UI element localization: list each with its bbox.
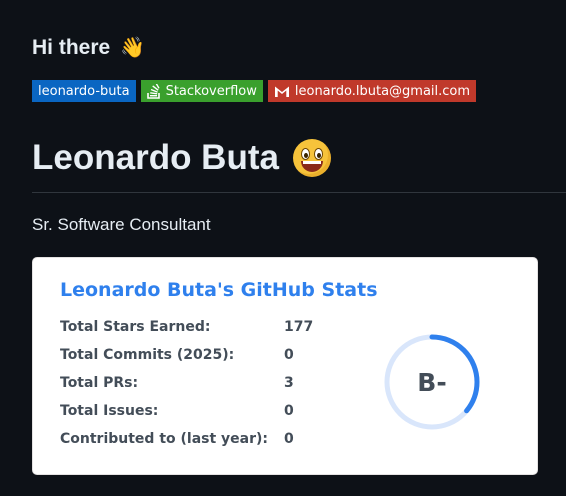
linkedin-badge-label: leonardo-buta bbox=[38, 83, 130, 99]
stat-row-stars: Total Stars Earned: 177 bbox=[60, 319, 313, 335]
stat-value: 0 bbox=[284, 403, 294, 419]
profile-name-heading: Leonardo Buta bbox=[32, 138, 331, 178]
stat-row-prs: Total PRs: 3 bbox=[60, 375, 294, 391]
profile-name: Leonardo Buta bbox=[32, 138, 279, 177]
stat-value: 177 bbox=[284, 319, 314, 335]
email-badge[interactable]: leonardo.lbuta@gmail.com bbox=[267, 80, 477, 102]
stackoverflow-icon bbox=[146, 83, 160, 99]
stat-value: 0 bbox=[284, 431, 294, 447]
profile-subtitle: Sr. Software Consultant bbox=[32, 215, 211, 234]
stat-value: 0 bbox=[284, 347, 294, 363]
badge-row: leonardo-buta Stackoverflow leonardo.lbu… bbox=[32, 80, 477, 102]
heading-divider bbox=[32, 192, 566, 193]
grinning-face-icon bbox=[292, 139, 331, 177]
stat-label: Total Issues: bbox=[60, 403, 159, 419]
stat-label: Total Stars Earned: bbox=[60, 319, 211, 335]
stat-value: 3 bbox=[284, 375, 294, 391]
stat-label: Total Commits (2025): bbox=[60, 347, 235, 363]
linkedin-badge[interactable]: leonardo-buta bbox=[32, 80, 136, 102]
stat-label: Total PRs: bbox=[60, 375, 139, 391]
gmail-icon bbox=[274, 86, 289, 97]
stackoverflow-badge-label: Stackoverflow bbox=[165, 83, 257, 99]
stat-row-contributed: Contributed to (last year): 0 bbox=[60, 431, 294, 447]
rank-circle: B- bbox=[383, 333, 481, 431]
greeting-heading: Hi there 👋 bbox=[32, 35, 145, 60]
github-stats-card[interactable]: Leonardo Buta's GitHub Stats Total Stars… bbox=[32, 257, 538, 475]
waving-hand-icon: 👋 bbox=[120, 37, 146, 59]
stackoverflow-badge[interactable]: Stackoverflow bbox=[140, 80, 263, 102]
greeting-text: Hi there bbox=[32, 35, 111, 59]
email-badge-label: leonardo.lbuta@gmail.com bbox=[294, 83, 471, 99]
stat-row-commits: Total Commits (2025): 0 bbox=[60, 347, 294, 363]
stats-card-title: Leonardo Buta's GitHub Stats bbox=[60, 279, 378, 301]
rank-grade: B- bbox=[417, 367, 447, 397]
stat-row-issues: Total Issues: 0 bbox=[60, 403, 294, 419]
stat-label: Contributed to (last year): bbox=[60, 431, 269, 447]
